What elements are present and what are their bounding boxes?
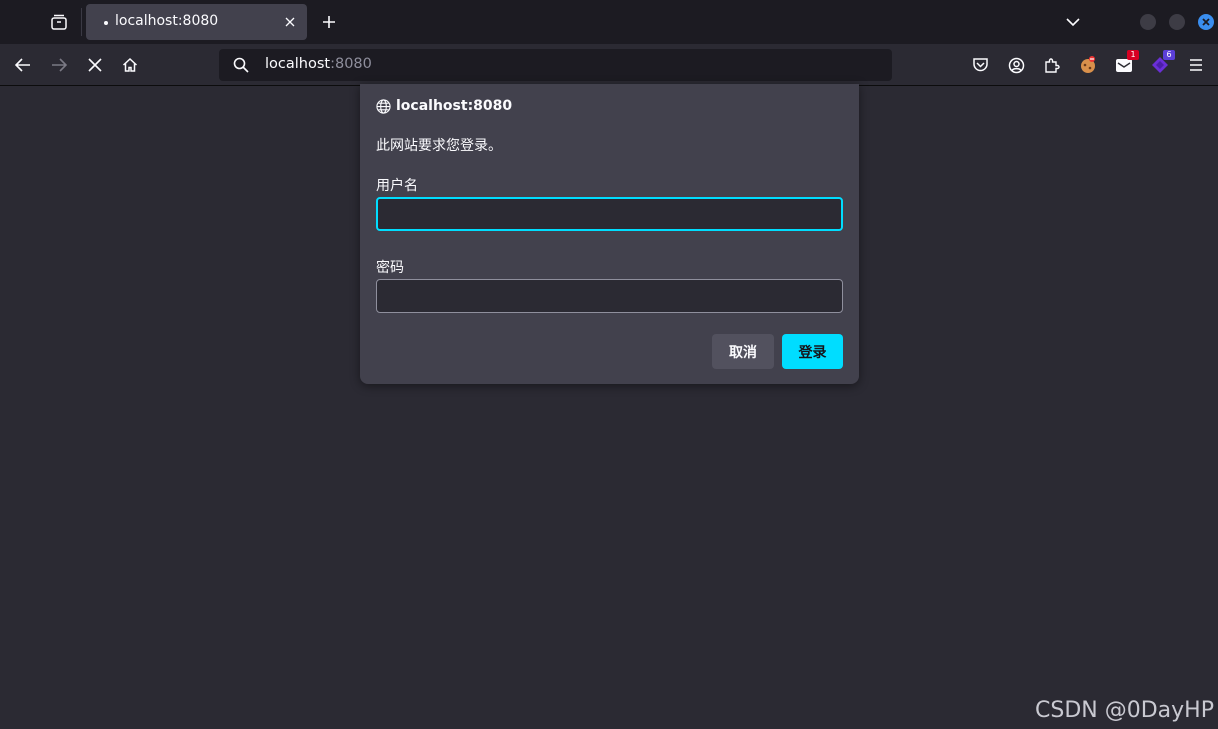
pocket-button[interactable] xyxy=(968,53,992,77)
extension-badge-count-2: 6 xyxy=(1163,50,1175,60)
watermark: CSDN @0DayHP xyxy=(1035,698,1214,723)
username-label: 用户名 xyxy=(376,178,418,194)
tab-close-icon[interactable] xyxy=(281,13,299,31)
stop-icon xyxy=(88,58,102,72)
home-button[interactable] xyxy=(117,53,143,77)
cancel-button[interactable]: 取消 xyxy=(712,334,774,369)
arrow-left-icon xyxy=(15,58,30,72)
close-icon xyxy=(1202,18,1210,26)
cookie-extension-icon xyxy=(1081,56,1095,73)
auth-dialog: localhost:8080 此网站要求您登录。 用户名 密码 取消 登录 xyxy=(360,84,859,384)
search-icon xyxy=(233,57,249,73)
menu-button[interactable] xyxy=(1184,53,1208,77)
tab-localhost[interactable]: localhost:8080 xyxy=(86,4,307,40)
tab-divider xyxy=(81,8,82,36)
url-port: :8080 xyxy=(330,56,372,72)
password-label: 密码 xyxy=(376,260,404,276)
new-tab-button[interactable] xyxy=(316,8,342,36)
window-maximize-button[interactable] xyxy=(1169,14,1185,30)
login-button[interactable]: 登录 xyxy=(782,334,843,369)
back-button[interactable] xyxy=(10,53,36,77)
dialog-header: localhost:8080 xyxy=(376,97,512,115)
pocket-icon xyxy=(972,58,988,72)
extension-purple-button[interactable]: 6 xyxy=(1148,50,1175,77)
tab-strip: localhost:8080 xyxy=(0,0,1218,44)
puzzle-icon xyxy=(1045,58,1060,73)
tab-loading-dot xyxy=(104,21,108,25)
tab-title: localhost:8080 xyxy=(115,13,219,29)
extension-mail-button[interactable]: 1 xyxy=(1112,50,1139,77)
hamburger-menu-icon xyxy=(1190,59,1202,71)
account-icon xyxy=(1008,57,1024,73)
extension-badge-count: 1 xyxy=(1127,50,1139,60)
globe-icon xyxy=(376,98,391,114)
dialog-message: 此网站要求您登录。 xyxy=(376,138,502,154)
tab-overview-icon[interactable] xyxy=(44,8,74,36)
navigation-bar: localhost:8080 1 6 xyxy=(0,44,1218,86)
chevron-down-icon xyxy=(1066,18,1080,27)
home-icon xyxy=(122,57,138,72)
url-bar[interactable]: localhost:8080 xyxy=(219,49,892,81)
window-minimize-button[interactable] xyxy=(1140,14,1156,30)
url-text: localhost:8080 xyxy=(265,56,372,72)
extension-cookie-button[interactable] xyxy=(1076,53,1100,77)
plus-icon xyxy=(323,16,335,28)
dialog-host: localhost:8080 xyxy=(396,98,513,114)
forward-button[interactable] xyxy=(46,53,72,77)
arrow-right-icon xyxy=(52,58,67,72)
extensions-button[interactable] xyxy=(1040,53,1064,77)
username-input[interactable] xyxy=(376,197,843,231)
stop-button[interactable] xyxy=(82,53,108,77)
window-close-button[interactable] xyxy=(1198,14,1214,30)
account-button[interactable] xyxy=(1004,53,1028,77)
password-input[interactable] xyxy=(376,279,843,313)
tab-list-button[interactable] xyxy=(1060,10,1086,34)
url-host: localhost xyxy=(265,56,331,72)
